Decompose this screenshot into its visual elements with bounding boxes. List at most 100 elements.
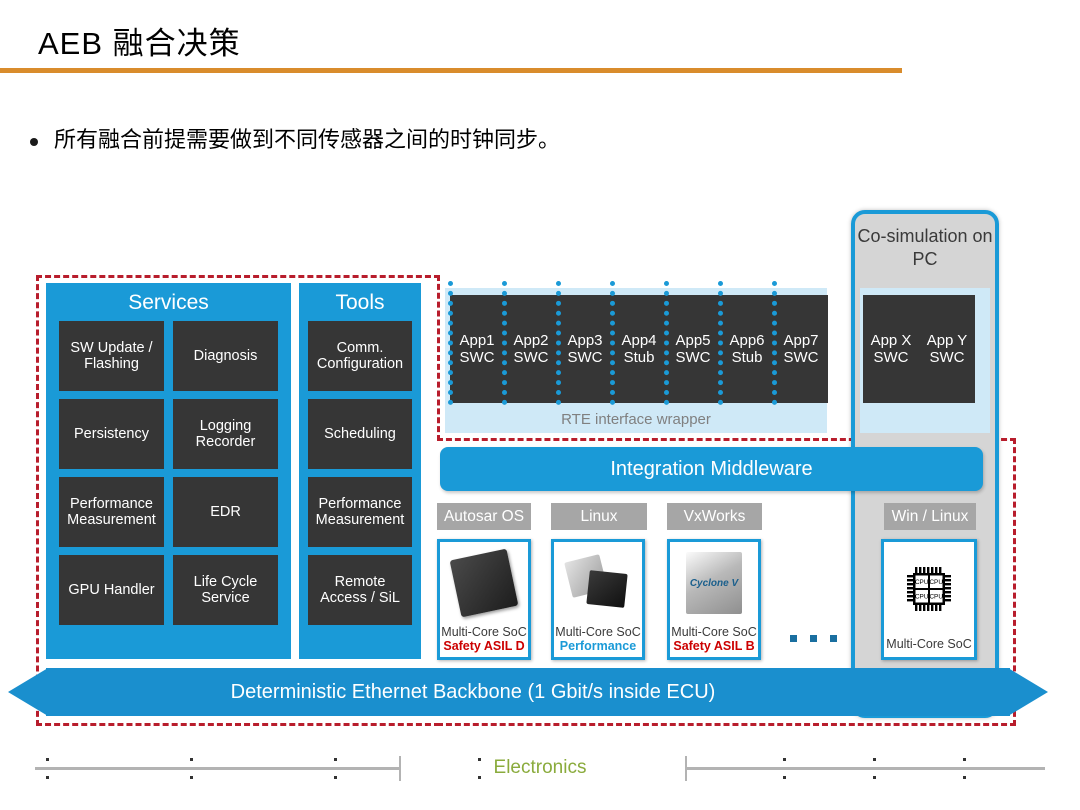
co-simulation-title: Co-simulation on PC [857,226,993,269]
bullet-list: 所有融合前提需要做到不同传感器之间的时钟同步。 [30,126,560,155]
soc-badge: Safety ASIL D [443,639,525,653]
service-cell[interactable]: Life Cycle Service [173,555,278,625]
footer-brand-label: Electronics [493,757,587,778]
service-cell[interactable]: SW Update / Flashing [59,321,164,391]
tool-cell[interactable]: Comm. Configuration [308,321,412,391]
service-cell[interactable]: GPU Handler [59,555,164,625]
os-tag-autosar[interactable]: Autosar OS [437,503,531,530]
ellipsis-dot [790,635,797,642]
svg-text:CPU: CPU [929,580,943,587]
soc-name: Multi-Core SoC [441,624,527,639]
backbone-left-arrow-icon [8,668,48,716]
services-cell-grid: SW Update / Flashing Diagnosis Persisten… [46,321,291,625]
soc-name: Multi-Core SoC [555,624,641,639]
app-block[interactable]: App4 Stub [612,295,666,403]
app-block[interactable]: App6 Stub [720,295,774,403]
soc-badge: Performance [559,639,637,653]
tools-cell-grid: Comm. Configuration Scheduling Performan… [299,321,421,625]
app-block-name: App7 [783,331,819,349]
interface-connector-line [556,281,561,405]
app-block-kind: SWC [873,349,909,366]
app-block-name: App3 [567,331,603,349]
app-block-kind: SWC [513,349,549,366]
service-cell[interactable]: EDR [173,477,278,547]
svg-text:CPU: CPU [915,594,929,601]
integration-middleware-bar[interactable]: Integration Middleware [440,447,983,491]
app-block[interactable]: App X SWC [863,295,919,403]
slide-footer: Electronics [0,745,1080,810]
interface-connector-line [664,281,669,405]
service-cell[interactable]: Diagnosis [173,321,278,391]
app-block-name: App5 [675,331,711,349]
services-panel: Services SW Update / Flashing Diagnosis … [46,283,291,659]
app-block-kind: SWC [783,349,819,366]
co-simulation-app-row: App X SWC App Y SWC [863,295,975,403]
bullet-dot-icon [30,138,38,146]
os-tag-linux[interactable]: Linux [551,503,647,530]
soc-name: Multi-Core SoC [671,624,757,639]
quad-core-cpu-icon: CPU CPU CPU CPU [907,567,951,612]
soc-badge: Safety ASIL B [673,639,755,653]
architecture-diagram: Services SW Update / Flashing Diagnosis … [0,195,1080,740]
title-underline-rule [0,68,902,73]
app-block-name: App2 [513,331,549,349]
soc-card[interactable]: Multi-Core SoC Performance [551,539,645,660]
app-block-kind: SWC [929,349,965,366]
service-cell[interactable]: Performance Measurement [59,477,164,547]
soc-chip-image: Cyclone V [670,542,758,625]
soc-chip-image [440,542,528,625]
backbone-label: Deterministic Ethernet Backbone (1 Gbit/… [46,668,1010,716]
app-block-kind: Stub [731,349,763,366]
infineon-chip-icon [449,548,519,618]
interface-connector-line [502,281,507,405]
svg-text:CPU: CPU [929,594,943,601]
ellipsis-dot [810,635,817,642]
bullet-text: 所有融合前提需要做到不同传感器之间的时钟同步。 [54,127,561,152]
soc-name: Multi-Core SoC [886,636,972,651]
app-block-name: App1 [459,331,495,349]
os-tag-win-linux[interactable]: Win / Linux [884,503,976,530]
app-block[interactable]: App Y SWC [919,295,975,403]
ecu-boundary-joiner [437,275,443,441]
ethernet-backbone: Deterministic Ethernet Backbone (1 Gbit/… [8,668,1048,716]
backbone-right-arrow-icon [1008,668,1048,716]
app-block-name: App4 [621,331,657,349]
services-panel-title: Services [128,291,209,314]
app-block-name: App Y [926,331,968,349]
tool-cell[interactable]: Remote Access / SiL [308,555,412,625]
app-block-kind: SWC [567,349,603,366]
nvidia-chip-icon [564,554,628,609]
interface-connector-line [718,281,723,405]
tool-cell[interactable]: Performance Measurement [308,477,412,547]
app-block-kind: SWC [459,349,495,366]
soc-card[interactable]: Multi-Core SoC Safety ASIL D [437,539,531,660]
os-tag-vxworks[interactable]: VxWorks [667,503,762,530]
soc-card[interactable]: Cyclone V Multi-Core SoC Safety ASIL B [667,539,761,660]
rte-wrapper-label: RTE interface wrapper [561,411,711,428]
ellipsis-dot [830,635,837,642]
app-block[interactable]: App2 SWC [504,295,558,403]
app-block-name: App X [870,331,912,349]
soc-card[interactable]: CPU CPU CPU CPU Multi-Core SoC [881,539,977,660]
app-block-name: App6 [729,331,765,349]
interface-connector-line [448,281,453,405]
interface-connector-line [610,281,615,405]
tools-panel-title: Tools [335,291,385,314]
app-block[interactable]: App5 SWC [666,295,720,403]
app-block[interactable]: App7 SWC [774,295,828,403]
app-block[interactable]: App3 SWC [558,295,612,403]
tool-cell[interactable]: Scheduling [308,399,412,469]
app-block[interactable]: App1 SWC [450,295,504,403]
cyclone-fpga-icon: Cyclone V [686,552,742,615]
service-cell[interactable]: Logging Recorder [173,399,278,469]
svg-text:CPU: CPU [915,580,929,587]
soc-chip-image: CPU CPU CPU CPU [884,542,974,637]
soc-ellipsis [790,635,837,642]
interface-connector-line [772,281,777,405]
service-cell[interactable]: Persistency [59,399,164,469]
app-block-kind: SWC [675,349,711,366]
app-block-kind: Stub [623,349,655,366]
page-title: AEB 融合决策 [38,26,241,61]
soc-chip-image [554,542,642,625]
tools-panel: Tools Comm. Configuration Scheduling Per… [299,283,421,659]
